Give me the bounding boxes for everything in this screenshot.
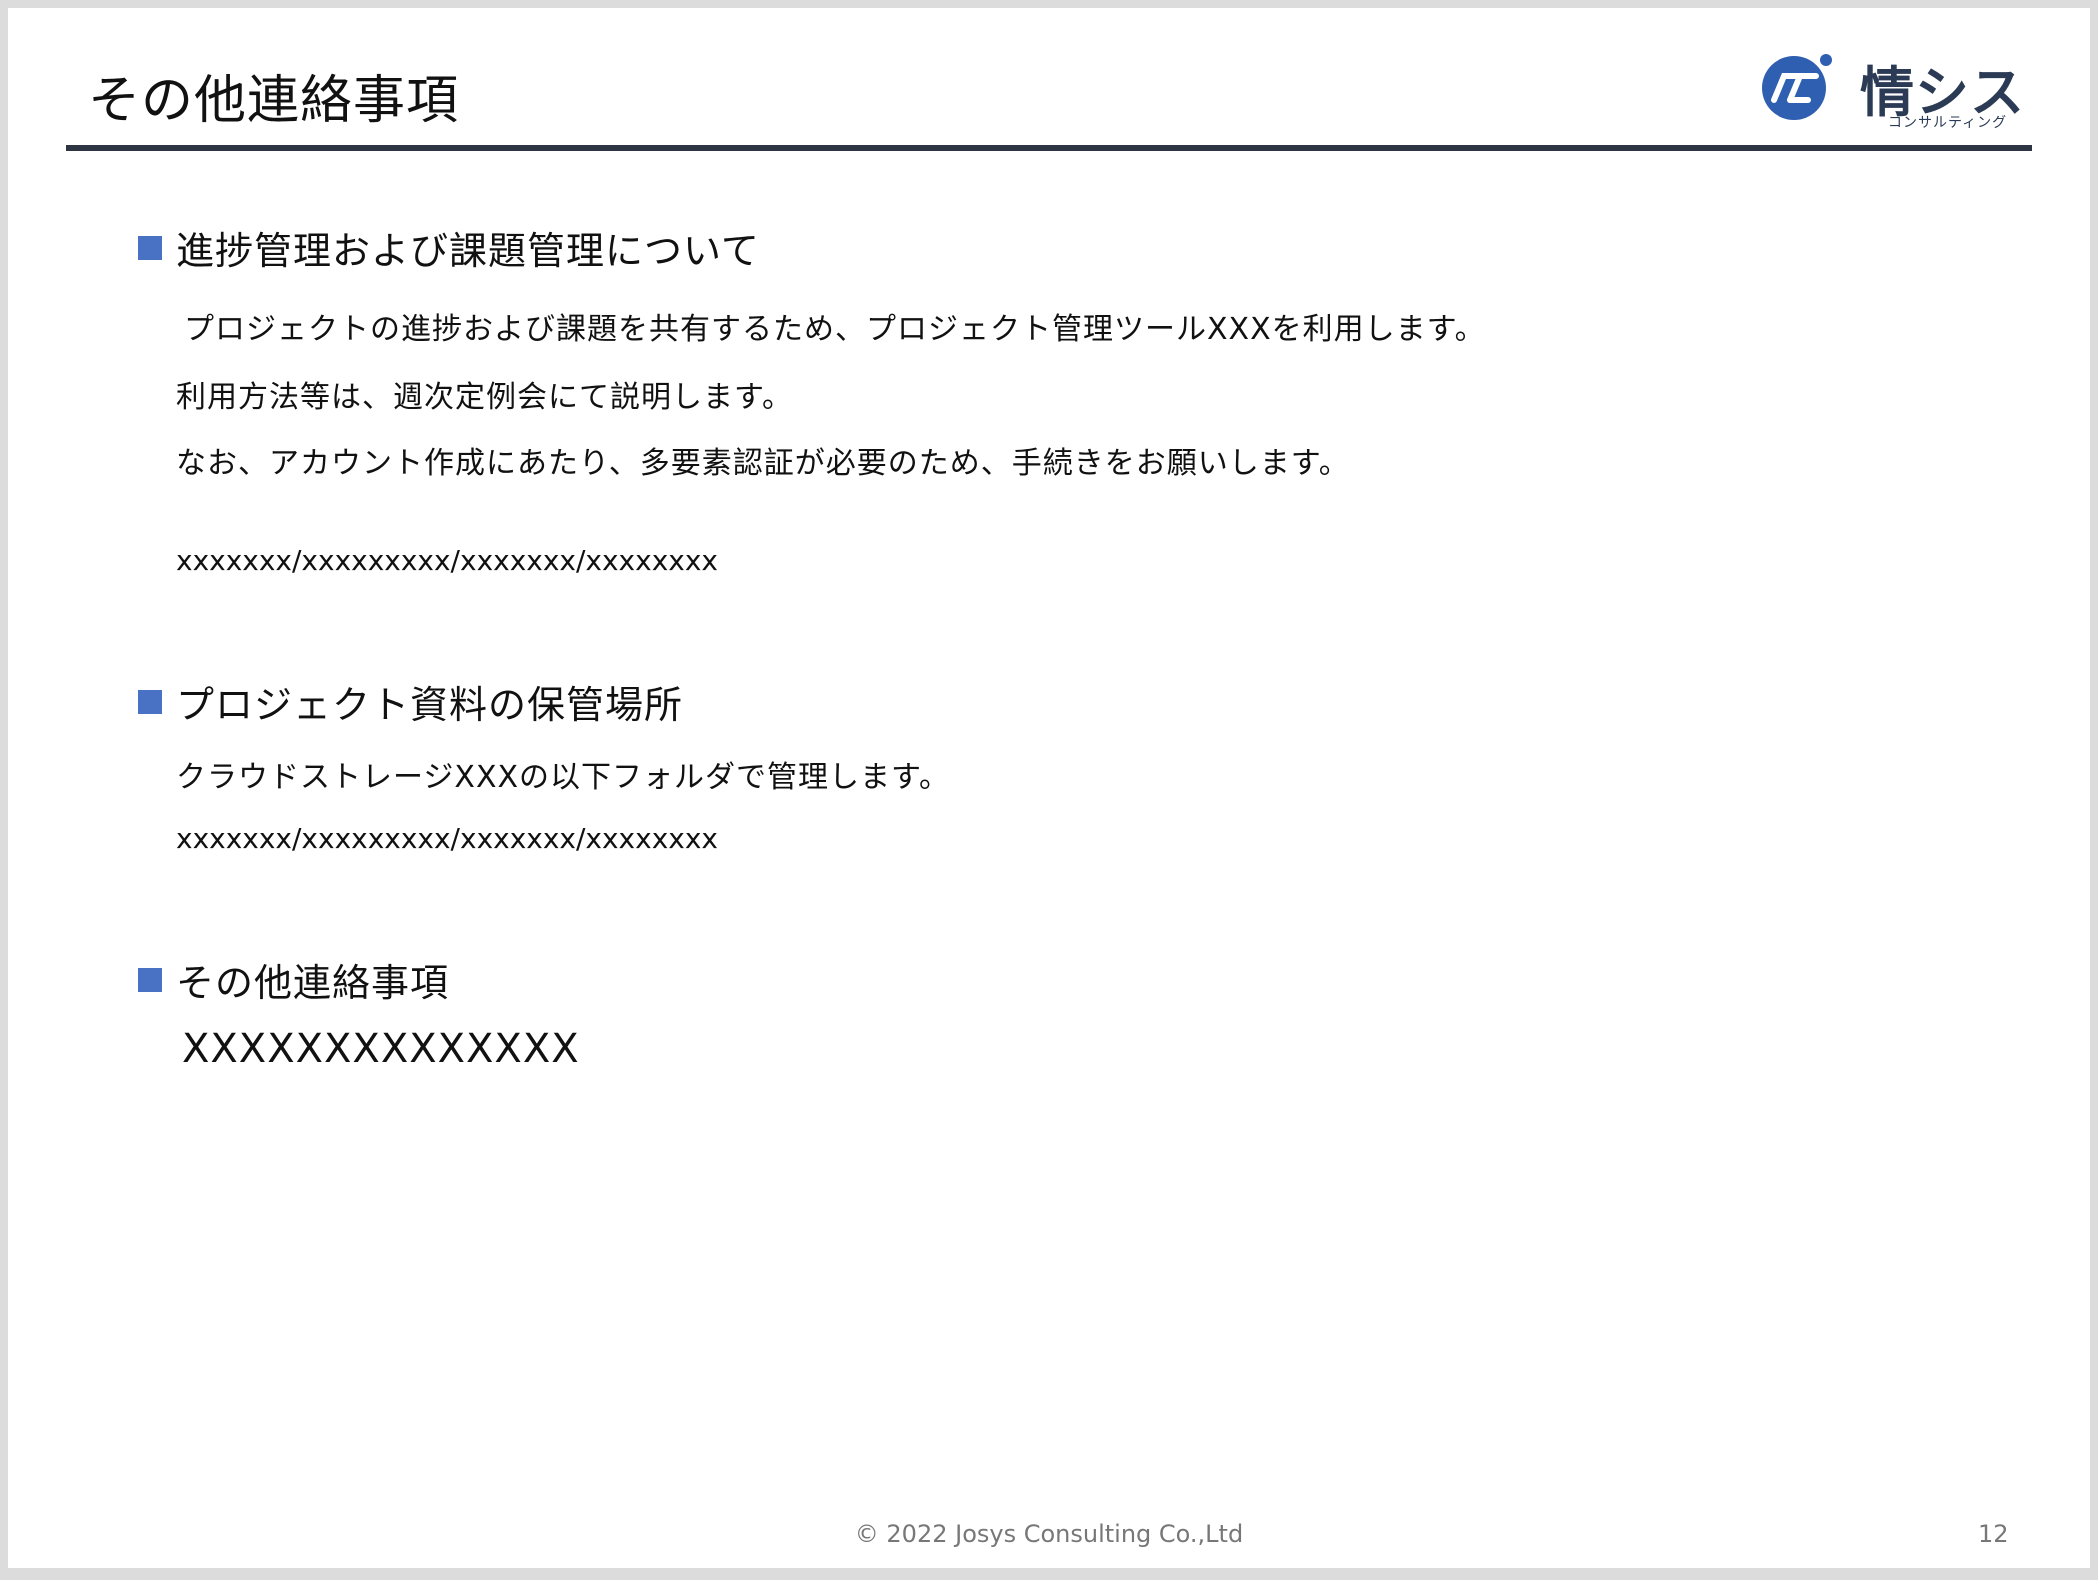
body-line: なお、アカウント作成にあたり、多要素認証が必要のため、手続きをお願いします。 [176, 446, 1350, 481]
footer-copyright: © 2022 Josys Consulting Co.,Ltd [854, 1520, 1244, 1548]
logo-subtext: コンサルティング [1888, 115, 2008, 131]
section-heading-storage: プロジェクト資料の保管場所 [138, 674, 683, 729]
slide-title: その他連絡事項 [88, 71, 460, 131]
storage-path-text: xxxxxxx/xxxxxxxxx/xxxxxxx/xxxxxxxx [176, 822, 718, 855]
bullet-square-icon [138, 235, 162, 260]
company-logo: 情シス コンサルティング [1760, 44, 2040, 134]
section-heading-other: その他連絡事項 [138, 952, 449, 1007]
bullet-square-icon [138, 689, 162, 714]
body-line: クラウドストレージXXXの以下フォルダで管理します。 [176, 760, 951, 795]
body-line: 利用方法等は、週次定例会にて説明します。 [176, 380, 793, 415]
slide: その他連絡事項 情シス コンサルティング 進捗管理および課題管理について プロジ… [8, 8, 2090, 1568]
section-heading-progress: 進捗管理および課題管理について [138, 220, 760, 275]
bullet-square-icon [138, 967, 162, 992]
tool-path-text: xxxxxxx/xxxxxxxxx/xxxxxxx/xxxxxxxx [176, 544, 718, 577]
logo-mark-icon [1762, 54, 1832, 120]
section-heading-text: その他連絡事項 [176, 961, 450, 1005]
page-number: 12 [1978, 1520, 2009, 1548]
title-divider [66, 145, 2032, 151]
section-heading-text: 進捗管理および課題管理について [176, 229, 760, 273]
section-heading-text: プロジェクト資料の保管場所 [176, 683, 684, 727]
other-notes-text: XXXXXXXXXXXXXX [182, 1026, 580, 1072]
body-line: プロジェクトの進捗および課題を共有するため、プロジェクト管理ツールXXXを利用し… [184, 312, 1486, 347]
